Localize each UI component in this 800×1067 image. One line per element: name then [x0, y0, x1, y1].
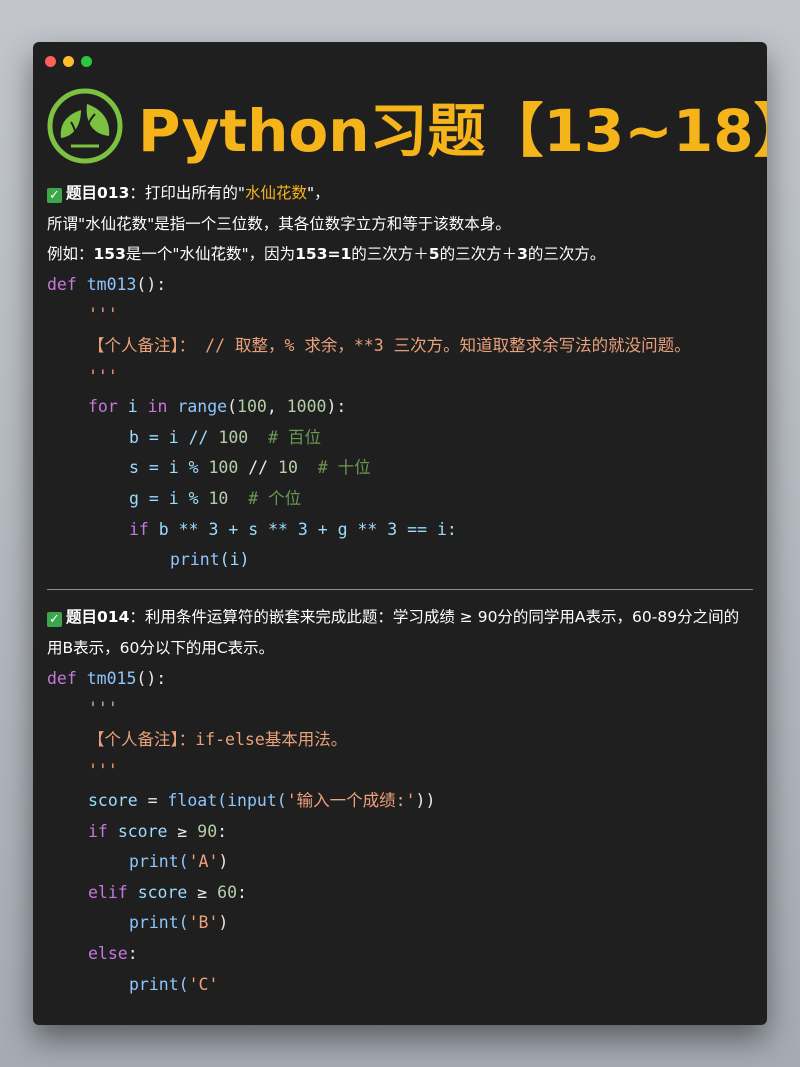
code-line: else: [88, 944, 138, 964]
page-title: Python习题【13~18】 [138, 97, 767, 165]
code-line: print('A') [129, 852, 229, 872]
code-line: if score ≥ 90: [88, 821, 228, 841]
code-line: print(i) [170, 550, 250, 570]
code-line: print('B') [129, 913, 229, 933]
code-card-window: Python习题【13~18】 ✓ 题目013：打印出所有的"水仙花数"， 所谓"… [33, 42, 767, 1025]
code-line: elif score ≥ 60: [88, 882, 247, 902]
code-line: for i in range(100, 1000): [88, 397, 347, 417]
section-divider [47, 588, 753, 590]
minimize-dot-icon[interactable] [63, 56, 74, 67]
code-line: def tm013(): [47, 274, 167, 294]
window-controls [45, 56, 92, 67]
q014-intro: ✓ 题目014：利用条件运算符的嵌套来完成此题：学习成绩 ≥ 90分的同学用A表示… [47, 607, 740, 657]
code-line: g = i % 10 # 个位 [129, 488, 302, 508]
code-line: if b ** 3 + s ** 3 + g ** 3 == i: [129, 519, 457, 539]
header: Python习题【13~18】 [47, 86, 767, 166]
code-note: 【个人备注】： // 取整，% 求余，**3 三次方。知道取整求余写法的就没问题… [88, 335, 691, 355]
code-line: ''' [88, 699, 118, 719]
q013-example: 例如：153是一个"水仙花数"，因为153=1的三次方＋5的三次方＋3的三次方。 [47, 245, 606, 264]
code-line: ''' [88, 366, 118, 386]
content: ✓ 题目013：打印出所有的"水仙花数"， 所谓"水仙花数"是指一个三位数，其各位… [47, 178, 753, 1000]
green-checkmark-icon: ✓ [47, 611, 62, 627]
leaf-logo-icon [47, 88, 123, 164]
green-checkmark-icon: ✓ [47, 188, 62, 203]
code-line: ''' [88, 305, 118, 325]
code-line: b = i // 100 # 百位 [129, 427, 321, 447]
maximize-dot-icon[interactable] [81, 56, 92, 67]
code-line: ''' [88, 760, 118, 780]
code-line: score = float(input('输入一个成绩:')) [88, 791, 436, 811]
code-line: s = i % 100 // 10 # 十位 [129, 458, 371, 478]
q013-definition: 所谓"水仙花数"是指一个三位数，其各位数字立方和等于该数本身。 [47, 214, 511, 233]
code-note: 【个人备注】：if-else基本用法。 [88, 729, 348, 749]
close-dot-icon[interactable] [45, 56, 56, 67]
code-line: def tm015(): [47, 668, 167, 688]
q013-intro: ✓ 题目013：打印出所有的"水仙花数"， [47, 178, 753, 209]
code-line: print('C' [129, 974, 219, 994]
